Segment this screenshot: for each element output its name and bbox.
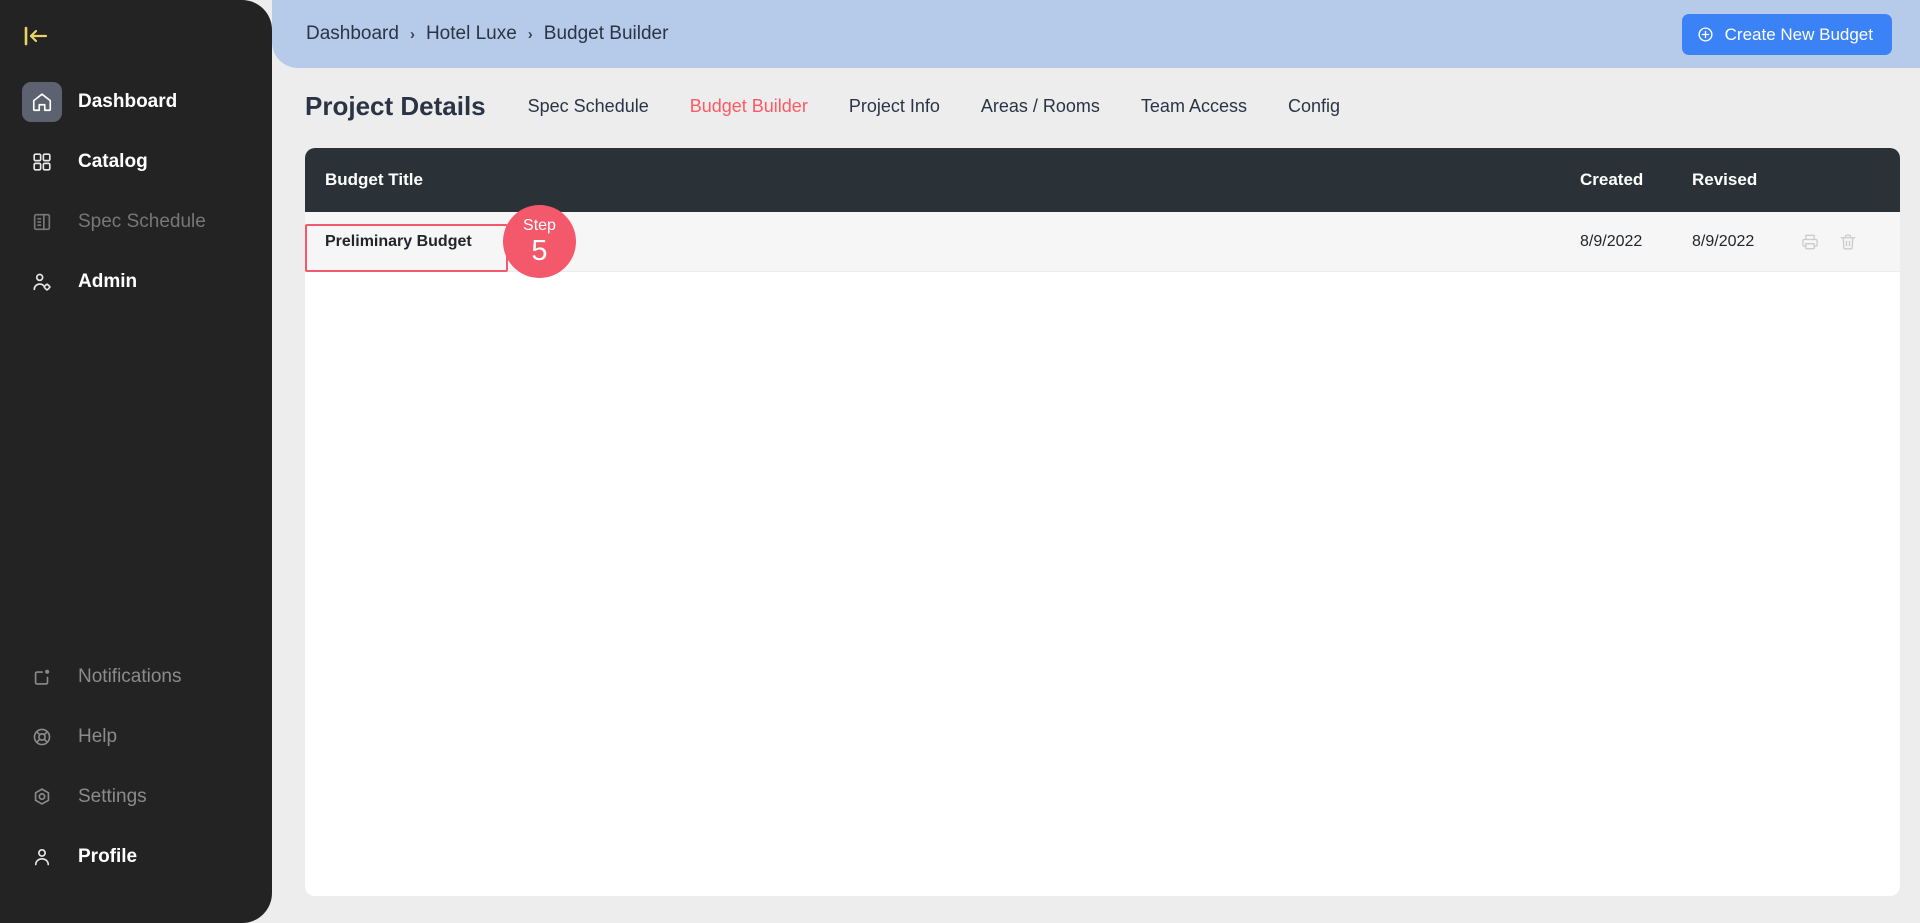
sidebar-item-help[interactable]: Help: [0, 707, 272, 767]
breadcrumb-item-hotel-luxe[interactable]: Hotel Luxe: [426, 23, 517, 45]
sidebar-item-label: Spec Schedule: [78, 211, 206, 232]
sidebar-item-label: Notifications: [78, 666, 182, 687]
tab-project-info[interactable]: Project Info: [849, 96, 940, 117]
trash-icon[interactable]: [1838, 232, 1858, 252]
top-header-bar: Dashboard › Hotel Luxe › Budget Builder …: [272, 0, 1920, 68]
tab-team-access[interactable]: Team Access: [1141, 96, 1247, 117]
tab-spec-schedule[interactable]: Spec Schedule: [528, 96, 649, 117]
row-actions: [1772, 232, 1900, 252]
breadcrumb-item-budget-builder[interactable]: Budget Builder: [544, 23, 669, 45]
print-icon[interactable]: [1800, 232, 1820, 252]
sidebar-item-label: Profile: [78, 846, 138, 867]
sidebar-item-label: Dashboard: [78, 91, 178, 112]
breadcrumb: Dashboard › Hotel Luxe › Budget Builder: [306, 23, 668, 45]
budget-created-date: 8/9/2022: [1580, 232, 1643, 250]
budget-revised-date: 8/9/2022: [1692, 232, 1755, 250]
sidebar-item-spec-schedule[interactable]: Spec Schedule: [0, 192, 272, 252]
project-tabs: Project Details Spec Schedule Budget Bui…: [305, 82, 1340, 130]
table-header-row: Budget Title Created Revised: [305, 148, 1900, 212]
column-header-revised: Revised: [1692, 170, 1758, 189]
user-icon: [22, 837, 62, 877]
create-new-budget-button[interactable]: Create New Budget: [1681, 14, 1892, 55]
breadcrumb-item-dashboard[interactable]: Dashboard: [306, 23, 399, 45]
column-header-budget-title: Budget Title: [325, 170, 423, 189]
sidebar-item-label: Settings: [78, 786, 147, 807]
user-cog-icon: [22, 262, 62, 302]
document-list-icon: [22, 202, 62, 242]
sidebar-item-catalog[interactable]: Catalog: [0, 132, 272, 192]
sidebar-item-notifications[interactable]: Notifications: [0, 647, 272, 707]
gear-hex-icon: [22, 777, 62, 817]
sidebar-item-profile[interactable]: Profile: [0, 827, 272, 887]
breadcrumb-separator-icon: ›: [409, 25, 415, 43]
app-root: Dashboard Catalog Spec Schedule Admin No…: [0, 0, 1920, 923]
step-badge-number: 5: [531, 234, 548, 267]
sidebar-item-dashboard[interactable]: Dashboard: [0, 72, 272, 132]
breadcrumb-separator-icon: ›: [527, 25, 533, 43]
create-new-budget-label: Create New Budget: [1724, 24, 1873, 44]
plus-circle-icon: [1697, 26, 1714, 43]
tab-areas-rooms[interactable]: Areas / Rooms: [981, 96, 1100, 117]
tab-budget-builder[interactable]: Budget Builder: [690, 96, 808, 117]
home-icon: [22, 82, 62, 122]
tab-config[interactable]: Config: [1288, 96, 1340, 117]
sidebar-secondary-nav: Notifications Help Settings Profile: [0, 647, 272, 887]
grid-icon: [22, 142, 62, 182]
step-badge-word: Step: [523, 216, 556, 234]
sidebar-primary-nav: Dashboard Catalog Spec Schedule Admin: [0, 72, 272, 312]
bell-square-icon: [22, 657, 62, 697]
sidebar-item-settings[interactable]: Settings: [0, 767, 272, 827]
sidebar-item-label: Catalog: [78, 151, 148, 172]
column-header-created: Created: [1580, 170, 1644, 189]
collapse-sidebar-icon[interactable]: [22, 16, 66, 56]
sidebar: Dashboard Catalog Spec Schedule Admin No…: [0, 0, 272, 923]
sidebar-item-label: Admin: [78, 271, 138, 292]
page-title: Project Details: [305, 90, 486, 121]
lifebuoy-icon: [22, 717, 62, 757]
step-badge: Step 5: [503, 205, 576, 278]
sidebar-item-label: Help: [78, 726, 118, 747]
sidebar-item-admin[interactable]: Admin: [0, 252, 272, 312]
